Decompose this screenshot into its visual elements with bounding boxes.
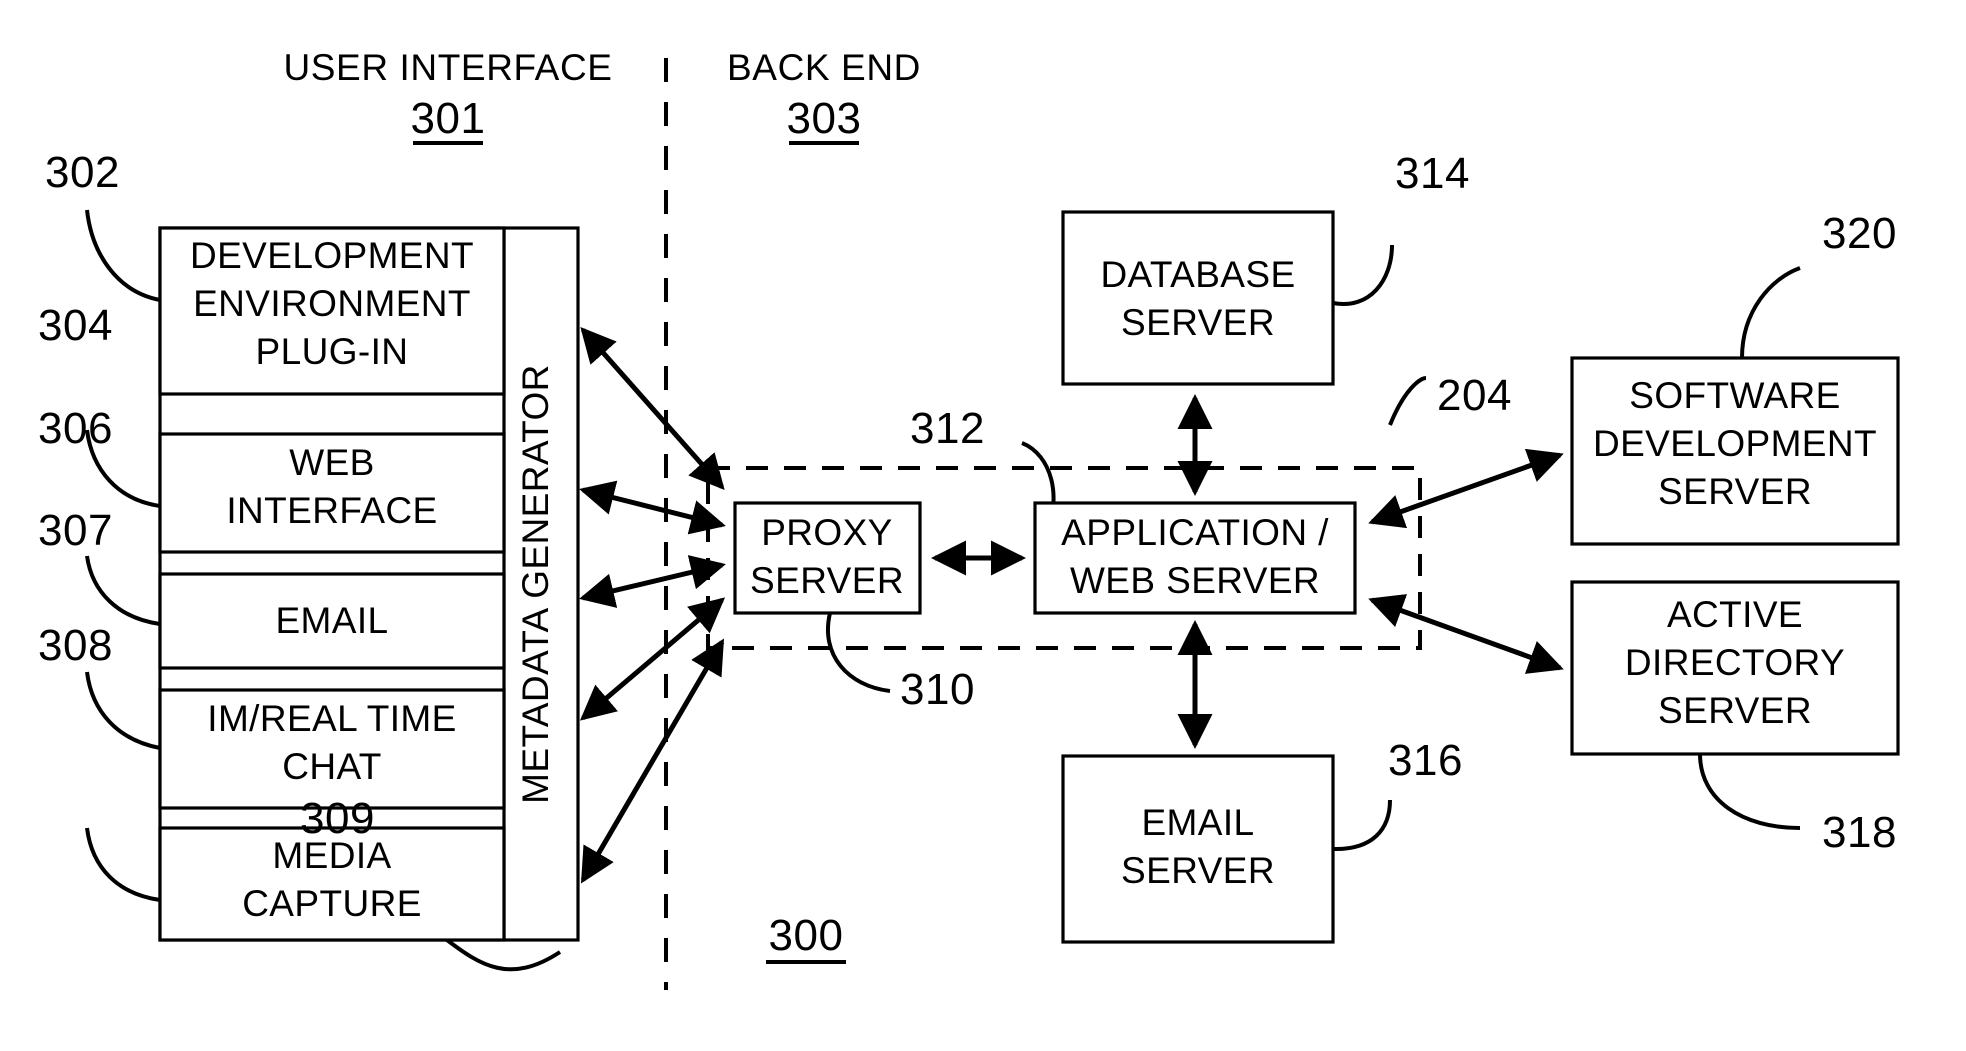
- leader-310: [826, 612, 891, 693]
- box-development-environment-plugin-line-2: ENVIRONMENT: [193, 283, 471, 324]
- ref-316: 316: [1388, 736, 1463, 785]
- ref-318: 318: [1822, 808, 1897, 857]
- box-application-web-server-line-2: WEB SERVER: [1070, 560, 1320, 601]
- figure-number: 300: [769, 911, 844, 960]
- box-application-web-server-line-1: APPLICATION /: [1061, 512, 1329, 553]
- arrow-metadata-to-proxy-3: [579, 555, 726, 608]
- box-proxy-server-line-2: SERVER: [750, 560, 904, 601]
- header-user-interface-title: USER INTERFACE: [283, 47, 612, 88]
- leader-204: [1388, 376, 1427, 426]
- patent-figure-300: USER INTERFACE 301 BACK END 303 DEVELOPM…: [0, 0, 1966, 1051]
- arrow-metadata-to-proxy-4: [579, 597, 726, 721]
- leader-307: [85, 671, 161, 750]
- ref-302: 302: [45, 148, 120, 197]
- arrow-metadata-to-proxy-5: [580, 638, 725, 884]
- ref-308: 308: [38, 621, 113, 670]
- leader-306: [85, 555, 161, 626]
- leader-308: [85, 827, 161, 902]
- box-proxy-server-line-1: PROXY: [761, 512, 893, 553]
- box-development-environment-plugin-line-3: PLUG-IN: [256, 331, 409, 372]
- box-web-interface-line-1: WEB: [289, 442, 374, 483]
- box-media-capture-line-2: CAPTURE: [242, 883, 422, 924]
- leader-302: [85, 209, 161, 302]
- ref-310: 310: [900, 665, 975, 714]
- box-active-directory-server-line-3: SERVER: [1658, 690, 1812, 731]
- box-software-development-server-line-1: SOFTWARE: [1629, 375, 1841, 416]
- leader-309: [445, 938, 562, 972]
- box-database-server-line-2: SERVER: [1121, 302, 1275, 343]
- box-software-development-server-line-3: SERVER: [1658, 471, 1812, 512]
- arrow-application-to-software-development-server: [1368, 448, 1564, 529]
- box-email-server-line-1: EMAIL: [1141, 802, 1254, 843]
- box-development-environment-plugin-line-1: DEVELOPMENT: [190, 235, 474, 276]
- header-user-interface-ref: 301: [411, 94, 486, 143]
- box-database-server-line-1: DATABASE: [1100, 254, 1295, 295]
- header-back-end-title: BACK END: [727, 47, 921, 88]
- box-email-line-1: EMAIL: [275, 600, 388, 641]
- leader-318: [1698, 753, 1801, 830]
- ref-204: 204: [1437, 371, 1512, 420]
- box-software-development-server-line-2: DEVELOPMENT: [1593, 423, 1877, 464]
- box-database-server[interactable]: [1061, 210, 1335, 386]
- arrow-metadata-to-proxy-1: [580, 327, 725, 490]
- diagram-canvas: USER INTERFACE 301 BACK END 303 DEVELOPM…: [38, 47, 1900, 990]
- arrow-application-to-active-directory-server: [1368, 594, 1564, 674]
- arrow-metadata-to-proxy-2: [579, 480, 726, 535]
- box-email-server[interactable]: [1061, 754, 1335, 944]
- box-im-real-time-chat-line-1: IM/REAL TIME: [207, 698, 456, 739]
- leader-316: [1332, 799, 1392, 852]
- ref-309: 309: [300, 794, 375, 843]
- box-active-directory-server-line-1: ACTIVE: [1667, 594, 1803, 635]
- box-active-directory-server-line-2: DIRECTORY: [1625, 642, 1845, 683]
- box-im-real-time-chat-line-2: CHAT: [282, 746, 382, 787]
- ref-312: 312: [910, 404, 985, 453]
- ref-306: 306: [38, 404, 113, 453]
- ref-314: 314: [1395, 149, 1470, 198]
- leader-314: [1332, 244, 1394, 307]
- ref-320: 320: [1822, 209, 1897, 258]
- ref-304: 304: [38, 301, 113, 350]
- box-email-server-line-2: SERVER: [1121, 850, 1275, 891]
- box-web-interface-line-2: INTERFACE: [226, 490, 437, 531]
- header-back-end-ref: 303: [787, 94, 862, 143]
- metadata-generator-label: METADATA GENERATOR: [515, 364, 556, 804]
- ref-307: 307: [38, 506, 113, 555]
- leader-320: [1740, 266, 1801, 359]
